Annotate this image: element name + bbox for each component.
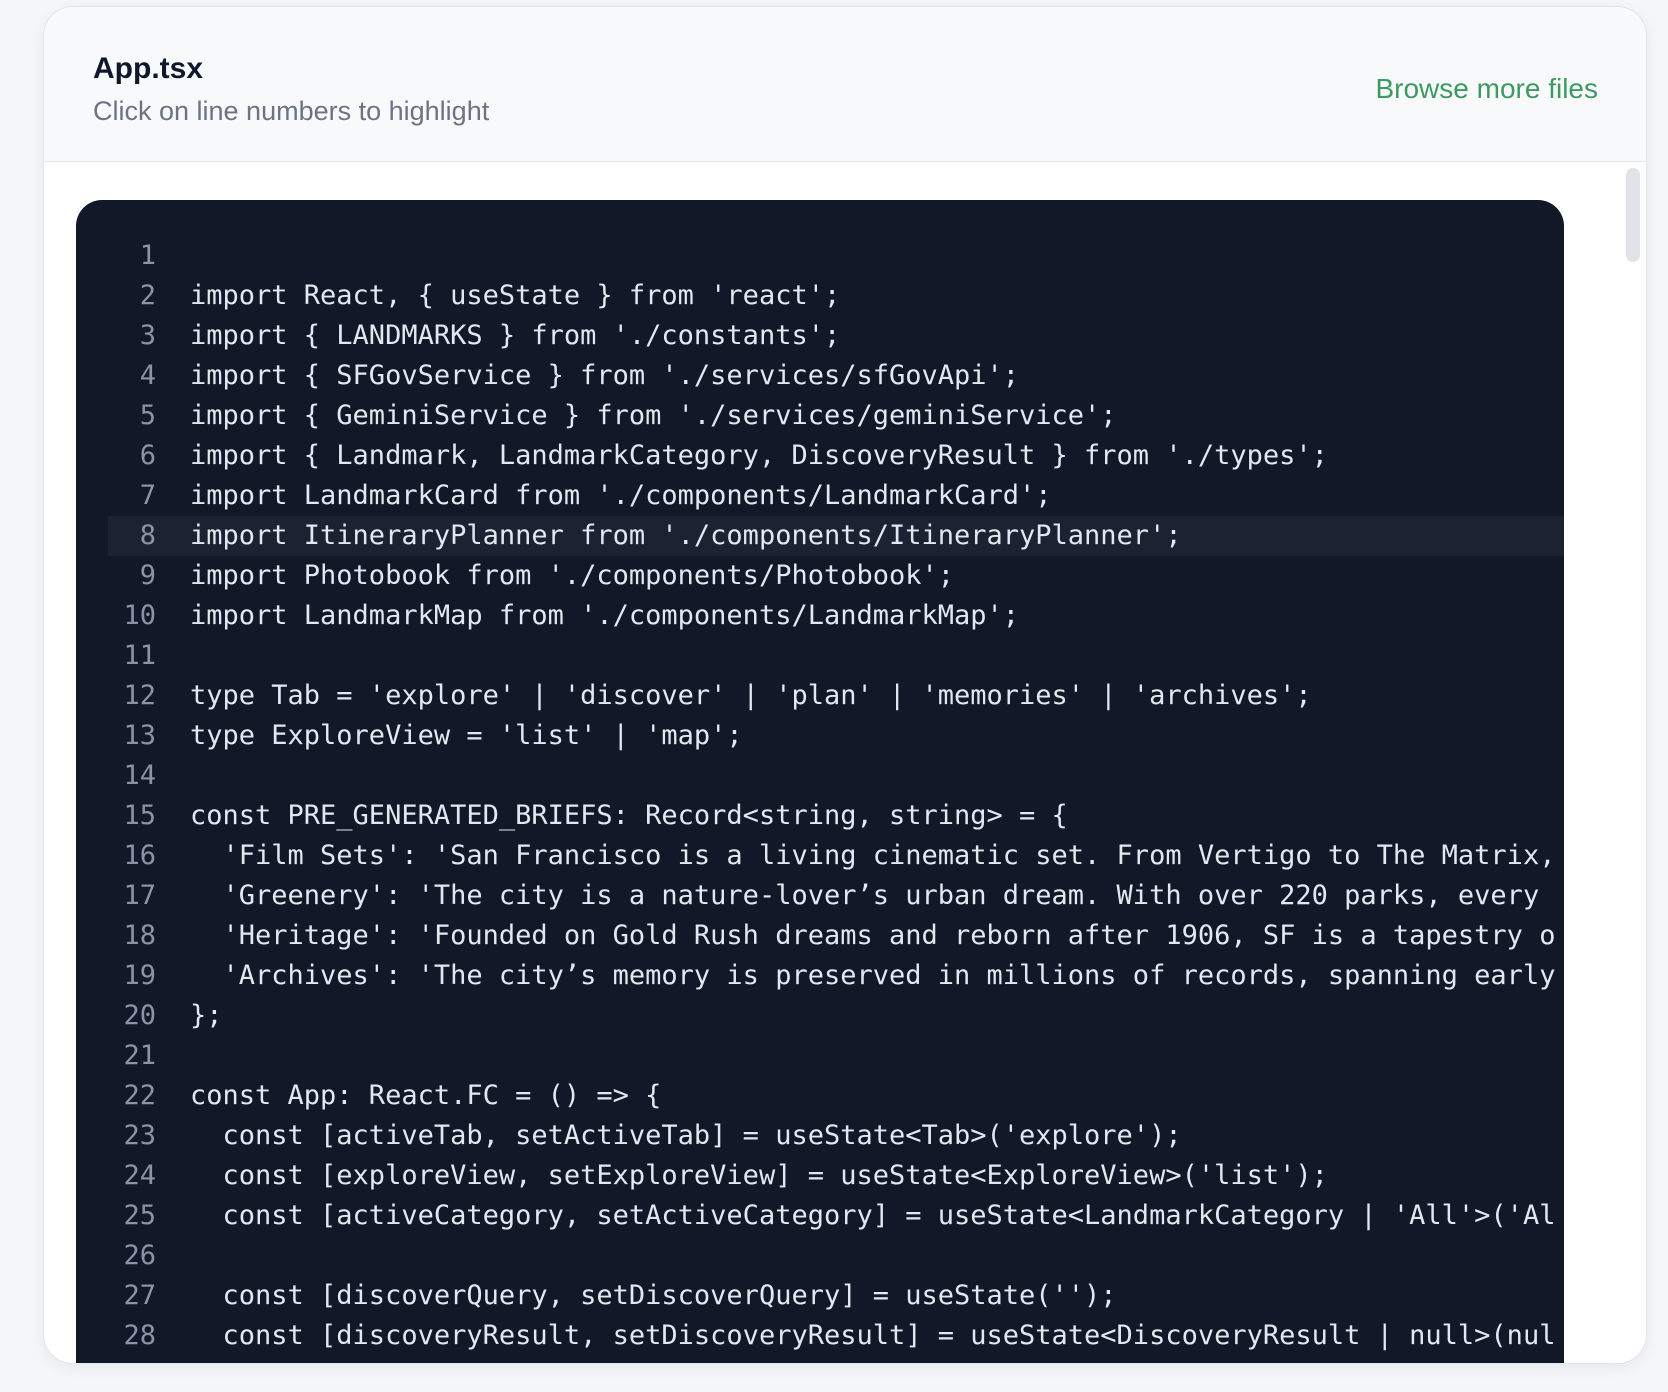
line-code: const [discoverQuery, setDiscoverQuery] … (190, 1280, 1117, 1311)
line-number[interactable]: 4 (108, 356, 156, 396)
code-line: 5 import { GeminiService } from './servic… (108, 396, 1564, 436)
line-code: const PRE_GENERATED_BRIEFS: Record<strin… (190, 800, 1068, 831)
code-line: 1 (108, 236, 1564, 276)
line-number[interactable]: 5 (108, 396, 156, 436)
code-line: 8 import ItineraryPlanner from './compone… (108, 516, 1564, 556)
line-number[interactable]: 22 (108, 1076, 156, 1116)
line-code: import { SFGovService } from './services… (190, 360, 1020, 391)
line-code: 'Greenery': 'The city is a nature-lover’… (190, 880, 1540, 911)
code-block: 1 2 import React, { useState } from 'react… (76, 200, 1564, 1363)
line-number[interactable]: 7 (108, 476, 156, 516)
line-number[interactable]: 12 (108, 676, 156, 716)
line-number[interactable]: 11 (108, 636, 156, 676)
code-line: 23 const [activeTab, setActiveTab] = use… (108, 1116, 1564, 1156)
file-subtitle: Click on line numbers to highlight (93, 96, 490, 126)
line-code: }; (190, 1000, 223, 1031)
browse-more-files-link[interactable]: Browse more files (1375, 71, 1598, 107)
code-line: 12 type Tab = 'explore' | 'discover' | 'p… (108, 676, 1564, 716)
line-code: import ItineraryPlanner from './componen… (190, 520, 1182, 551)
line-code: const [exploreView, setExploreView] = us… (190, 1160, 1328, 1191)
code-line: 24 const [exploreView, setExploreView] =… (108, 1156, 1564, 1196)
line-number[interactable]: 16 (108, 836, 156, 876)
code-line: 16 'Film Sets': 'San Francisco is a livi… (108, 836, 1564, 876)
line-number[interactable]: 10 (108, 596, 156, 636)
line-number[interactable]: 23 (108, 1116, 156, 1156)
line-code: const [discoveryResult, setDiscoveryResu… (190, 1320, 1556, 1351)
code-line: 2 import React, { useState } from 'react'… (108, 276, 1564, 316)
code-line: 25 const [activeCategory, setActiveCateg… (108, 1196, 1564, 1236)
code-line: 17 'Greenery': 'The city is a nature-lov… (108, 876, 1564, 916)
code-line: 27 const [discoverQuery, setDiscoverQuer… (108, 1276, 1564, 1316)
code-line: 11 (108, 636, 1564, 676)
code-viewer-card: App.tsx Click on line numbers to highlig… (43, 6, 1647, 1364)
line-number[interactable]: 20 (108, 996, 156, 1036)
vertical-scrollbar[interactable] (1620, 162, 1646, 1363)
line-code: const App: React.FC = () => { (190, 1080, 662, 1111)
line-code: import React, { useState } from 'react'; (190, 280, 841, 311)
code-line: 6 import { Landmark, LandmarkCategory, Di… (108, 436, 1564, 476)
line-number[interactable]: 24 (108, 1156, 156, 1196)
line-code: import { Landmark, LandmarkCategory, Dis… (190, 440, 1328, 471)
code-line: 10 import LandmarkMap from './components/… (108, 596, 1564, 636)
line-number[interactable]: 3 (108, 316, 156, 356)
code-line: 29 const [loadingDiscovery, setLoadingDi… (108, 1356, 1564, 1363)
line-code: import LandmarkMap from './components/La… (190, 600, 1020, 631)
code-line: 26 (108, 1236, 1564, 1276)
line-number[interactable]: 25 (108, 1196, 156, 1236)
line-number[interactable]: 26 (108, 1236, 156, 1276)
code-line: 15 const PRE_GENERATED_BRIEFS: Record<str… (108, 796, 1564, 836)
code-line: 14 (108, 756, 1564, 796)
code-line: 3 import { LANDMARKS } from './constants'… (108, 316, 1564, 356)
code-line: 28 const [discoveryResult, setDiscoveryR… (108, 1316, 1564, 1356)
code-line: 19 'Archives': 'The city’s memory is pre… (108, 956, 1564, 996)
line-number[interactable]: 28 (108, 1316, 156, 1356)
line-number[interactable]: 2 (108, 276, 156, 316)
line-number[interactable]: 9 (108, 556, 156, 596)
line-code: type Tab = 'explore' | 'discover' | 'pla… (190, 680, 1312, 711)
line-number[interactable]: 14 (108, 756, 156, 796)
code-line: 21 (108, 1036, 1564, 1076)
file-title: App.tsx (93, 52, 204, 85)
line-number[interactable]: 27 (108, 1276, 156, 1316)
line-code: import { GeminiService } from './service… (190, 400, 1117, 431)
line-code: import LandmarkCard from './components/L… (190, 480, 1052, 511)
line-number[interactable]: 8 (108, 516, 156, 556)
line-number[interactable]: 19 (108, 956, 156, 996)
code-line: 7 import LandmarkCard from './components/… (108, 476, 1564, 516)
line-code: type ExploreView = 'list' | 'map'; (190, 720, 743, 751)
line-number[interactable]: 17 (108, 876, 156, 916)
line-number[interactable]: 21 (108, 1036, 156, 1076)
line-number[interactable]: 18 (108, 916, 156, 956)
line-code: import Photobook from './components/Phot… (190, 560, 955, 591)
line-code: 'Heritage': 'Founded on Gold Rush dreams… (190, 920, 1556, 951)
line-number[interactable]: 13 (108, 716, 156, 756)
line-code: const [loadingDiscovery, setLoadingDisco… (190, 1356, 1263, 1363)
code-line: 18 'Heritage': 'Founded on Gold Rush dre… (108, 916, 1564, 956)
code-line: 9 import Photobook from './components/Pho… (108, 556, 1564, 596)
code-line: 4 import { SFGovService } from './service… (108, 356, 1564, 396)
file-header: App.tsx Click on line numbers to highlig… (44, 7, 1646, 162)
line-code: 'Archives': 'The city’s memory is preser… (190, 960, 1556, 991)
code-line: 20}; (108, 996, 1564, 1036)
code-scroll-area[interactable]: 1 2 import React, { useState } from 'react… (44, 162, 1646, 1363)
line-number[interactable]: 15 (108, 796, 156, 836)
code-line: 13 type ExploreView = 'list' | 'map'; (108, 716, 1564, 756)
line-code: const [activeTab, setActiveTab] = useSta… (190, 1120, 1182, 1151)
code-lines: 1 2 import React, { useState } from 'react… (108, 236, 1564, 1363)
line-number[interactable]: 1 (108, 236, 156, 276)
line-number[interactable]: 6 (108, 436, 156, 476)
scrollbar-thumb[interactable] (1626, 168, 1640, 262)
line-code: const [activeCategory, setActiveCategory… (190, 1200, 1556, 1231)
line-code: import { LANDMARKS } from './constants'; (190, 320, 841, 351)
line-code: 'Film Sets': 'San Francisco is a living … (190, 840, 1556, 871)
line-number[interactable]: 29 (108, 1356, 156, 1363)
code-line: 22 const App: React.FC = () => { (108, 1076, 1564, 1116)
